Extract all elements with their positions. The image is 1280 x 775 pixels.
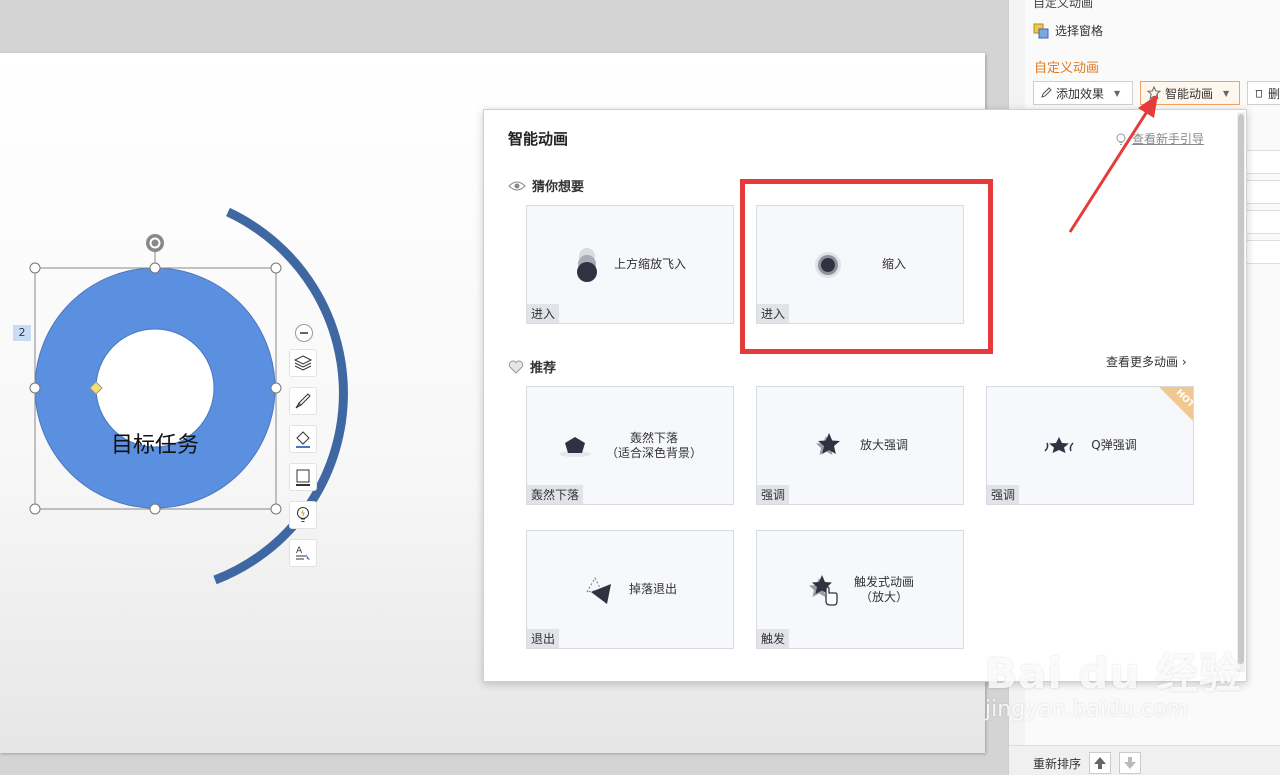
card-title-line2: （适合深色背景） xyxy=(605,445,702,460)
recommend-label: 推荐 xyxy=(530,361,557,376)
drop-exit-icon xyxy=(586,576,611,604)
shape-style-button[interactable] xyxy=(289,387,317,415)
move-up-button[interactable] xyxy=(1089,752,1112,774)
text-style-button[interactable]: A xyxy=(289,539,317,567)
shape-text[interactable]: 目标任务 xyxy=(96,427,214,459)
card-category: 轰然下落 xyxy=(527,485,584,504)
guess-label: 猜你想要 xyxy=(532,180,585,195)
outline-icon xyxy=(296,469,310,486)
rotate-handle-icon[interactable] xyxy=(146,234,164,252)
zoom-fly-in-icon xyxy=(576,247,597,282)
text-icon: A xyxy=(296,546,310,560)
smart-animation-shortcut-button[interactable] xyxy=(289,501,317,529)
outline-button[interactable] xyxy=(289,463,317,491)
star-icon xyxy=(815,432,840,455)
highlight-annotation xyxy=(740,179,993,354)
card-title-line2: （放大） xyxy=(859,589,908,604)
delete-label: 删 xyxy=(1267,86,1280,101)
selection-pane-icon xyxy=(1033,23,1049,39)
reorder-controls: 重新排序 xyxy=(1033,752,1142,774)
guess-section-label: 猜你想要 xyxy=(508,176,584,195)
chevron-down-icon: ▼ xyxy=(1223,88,1230,98)
list-item[interactable] xyxy=(1245,150,1280,174)
card-category: 强调 xyxy=(987,485,1020,504)
trash-icon xyxy=(1255,90,1263,98)
card-category: 强调 xyxy=(757,485,790,504)
animation-card-crash-down[interactable]: 轰然下落 （适合深色背景） 轰然下落 xyxy=(526,386,734,505)
trigger-star-icon xyxy=(808,574,838,606)
fill-button[interactable] xyxy=(289,425,317,453)
card-category: 退出 xyxy=(527,629,560,648)
smart-animation-label: 智能动画 xyxy=(1165,86,1214,101)
more-animations-link[interactable]: 查看更多动画 › xyxy=(1106,353,1187,370)
card-title-line1: 触发式动画 xyxy=(853,574,914,589)
watermark-brand: Bai du 经验 xyxy=(985,649,1242,698)
list-item[interactable] xyxy=(1245,240,1280,264)
list-item[interactable] xyxy=(1245,180,1280,204)
select-pane-button[interactable]: 选择窗格 xyxy=(1033,22,1103,39)
svg-text:A: A xyxy=(296,546,303,556)
move-down-button[interactable] xyxy=(1119,752,1142,774)
custom-animation-title: 自定义动画 xyxy=(1034,61,1100,76)
crash-down-icon xyxy=(558,436,591,457)
select-pane-label: 选择窗格 xyxy=(1055,24,1104,38)
popup-scrollbar[interactable] xyxy=(1237,112,1245,672)
pane-header: 自定义动画 xyxy=(1033,0,1094,10)
card-category: 进入 xyxy=(527,304,560,323)
card-title: 掉落退出 xyxy=(628,582,677,596)
list-item[interactable] xyxy=(1245,210,1280,234)
card-title: 轰然下落 （适合深色背景） xyxy=(606,431,702,461)
arrow-down-icon xyxy=(1124,757,1137,769)
card-category: 触发 xyxy=(757,629,790,648)
paint-bucket-icon xyxy=(296,431,310,448)
collapse-toolbar-button[interactable] xyxy=(295,324,313,342)
eye-icon xyxy=(508,181,526,190)
card-title: 放大强调 xyxy=(859,438,908,452)
reorder-label: 重新排序 xyxy=(1033,756,1082,771)
floating-toolbar: A xyxy=(289,349,319,577)
layers-button[interactable] xyxy=(289,349,317,377)
layers-icon xyxy=(293,355,313,371)
lightbulb-icon xyxy=(297,507,309,522)
animation-card-zoom-fly-in[interactable]: 上方缩放飞入 进入 xyxy=(526,205,734,324)
animation-order-badge: 2 xyxy=(13,325,31,341)
delete-button[interactable]: 删 xyxy=(1247,81,1280,105)
scrollbar-thumb[interactable] xyxy=(1238,114,1244,664)
recommend-section-label: 推荐 xyxy=(508,357,556,376)
card-title: 触发式动画 （放大） xyxy=(854,575,914,605)
card-title: 上方缩放飞入 xyxy=(613,257,686,271)
bounce-star-icon xyxy=(1044,436,1074,453)
card-title: Q弹强调 xyxy=(1091,438,1137,452)
brush-icon xyxy=(295,393,311,409)
animation-card-zoom-emphasis[interactable]: 放大强调 强调 xyxy=(756,386,964,505)
animation-card-bounce-emphasis[interactable]: HOT Q弹强调 强调 xyxy=(986,386,1194,505)
animation-card-trigger[interactable]: 触发式动画 （放大） 触发 xyxy=(756,530,964,649)
arrow-up-icon xyxy=(1094,757,1107,769)
baidu-watermark: Bai du 经验 jingyan.baidu.com xyxy=(985,640,1242,722)
card-title-line1: 轰然下落 xyxy=(629,430,678,445)
heart-icon xyxy=(508,360,524,374)
popup-title: 智能动画 xyxy=(508,130,569,148)
pencil-icon xyxy=(1041,87,1052,98)
animation-card-drop-exit[interactable]: 掉落退出 退出 xyxy=(526,530,734,649)
animation-list xyxy=(1245,150,1280,270)
red-arrow-annotation xyxy=(1068,94,1158,233)
